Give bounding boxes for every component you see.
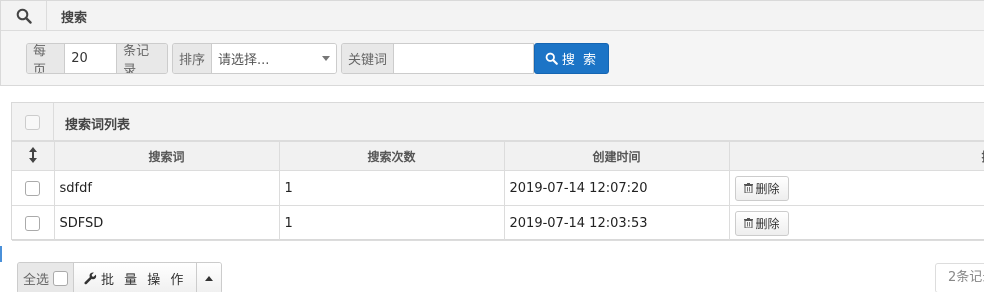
delete-button-label: 删除 bbox=[755, 181, 780, 196]
term-cell: sdfdf bbox=[53, 170, 280, 206]
created-cell: 2019-07-14 12:07:20 bbox=[503, 170, 730, 206]
delete-button[interactable]: 删除 bbox=[734, 175, 789, 201]
caret-up-icon bbox=[205, 275, 214, 281]
keyword-label: 关键词 bbox=[342, 44, 395, 73]
per-page-label: 每页 bbox=[27, 44, 66, 73]
delete-button-label: 删除 bbox=[755, 216, 780, 231]
batch-dropdown-toggle[interactable] bbox=[197, 263, 222, 292]
list-panel: 搜索词列表 搜索词 搜索次数 创建时间 操 sdfdf 1 2019-07-14… bbox=[11, 102, 984, 241]
left-edge-marker bbox=[0, 246, 2, 262]
keyword-input[interactable] bbox=[394, 44, 533, 73]
select-all-control[interactable]: 全选 bbox=[18, 263, 75, 292]
created-cell: 2019-07-14 12:03:53 bbox=[503, 205, 730, 241]
sort-select-value: 请选择... bbox=[218, 53, 270, 68]
row-checkbox[interactable] bbox=[25, 215, 41, 231]
table-row: sdfdf 1 2019-07-14 12:07:20 删除 bbox=[12, 170, 984, 206]
search-panel: 搜索 每页 20 条记录 排序 请选择... 关键词 搜 索 bbox=[0, 0, 984, 86]
chevron-down-icon bbox=[322, 56, 330, 61]
column-header-actions: 操 bbox=[728, 141, 984, 171]
search-terms-table: 搜索词 搜索次数 创建时间 操 sdfdf 1 2019-07-14 12:07… bbox=[12, 141, 984, 241]
search-panel-title: 搜索 bbox=[61, 11, 88, 26]
count-cell: 1 bbox=[278, 170, 505, 206]
select-all-checkbox[interactable] bbox=[53, 270, 69, 286]
select-all-label: 全选 bbox=[23, 272, 50, 288]
table-row: SDFSD 1 2019-07-14 12:03:53 删除 bbox=[12, 205, 984, 241]
sort-group: 排序 请选择... bbox=[172, 43, 337, 74]
column-header-term[interactable]: 搜索词 bbox=[53, 141, 280, 171]
list-panel-title: 搜索词列表 bbox=[65, 118, 131, 133]
search-button-label: 搜 索 bbox=[561, 53, 599, 68]
search-panel-header: 搜索 bbox=[1, 1, 984, 31]
trash-icon bbox=[743, 183, 753, 193]
list-panel-header: 搜索词列表 bbox=[12, 103, 984, 141]
search-icon bbox=[545, 52, 558, 65]
count-cell: 1 bbox=[278, 205, 505, 241]
term-cell: SDFSD bbox=[53, 205, 280, 241]
actions-cell: 删除 bbox=[728, 205, 984, 241]
total-records: 2条记录 bbox=[935, 263, 984, 292]
row-checkbox[interactable] bbox=[25, 180, 41, 196]
batch-operations-label: 批 量 操 作 bbox=[101, 272, 187, 288]
sort-label: 排序 bbox=[173, 44, 213, 73]
per-page-input[interactable]: 20 bbox=[65, 44, 117, 73]
trash-icon bbox=[743, 218, 753, 228]
row-checkbox-cell bbox=[12, 170, 55, 206]
keyword-group: 关键词 bbox=[341, 43, 534, 74]
sort-select[interactable]: 请选择... bbox=[212, 44, 336, 73]
header-select-checkbox[interactable] bbox=[25, 114, 40, 130]
wrench-icon bbox=[84, 271, 97, 284]
search-icon bbox=[1, 1, 47, 31]
table-header-row: 搜索词 搜索次数 创建时间 操 bbox=[12, 141, 984, 171]
header-checkbox-cell bbox=[12, 103, 54, 141]
per-page-group: 每页 20 条记录 bbox=[26, 43, 168, 74]
delete-button[interactable]: 删除 bbox=[734, 210, 789, 236]
column-header-count[interactable]: 搜索次数 bbox=[278, 141, 505, 171]
column-header-created[interactable]: 创建时间 bbox=[503, 141, 730, 171]
batch-actions-group: 全选 批 量 操 作 bbox=[17, 262, 223, 292]
records-label: 条记录 bbox=[116, 44, 167, 73]
batch-operations-button[interactable]: 批 量 操 作 bbox=[74, 263, 198, 292]
search-button[interactable]: 搜 索 bbox=[534, 43, 609, 74]
sort-handle-icon[interactable] bbox=[12, 141, 55, 171]
actions-cell: 删除 bbox=[728, 170, 984, 206]
row-checkbox-cell bbox=[12, 205, 55, 241]
